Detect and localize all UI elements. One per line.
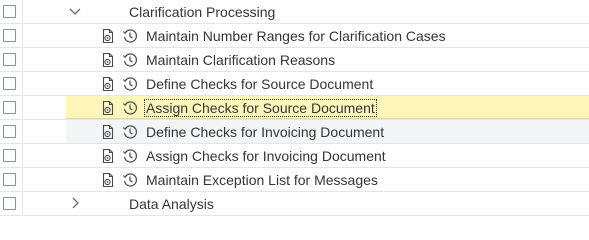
tree-row-activity[interactable]: Maintain Exception List for Messages xyxy=(0,168,589,192)
history-clock-icon[interactable] xyxy=(122,172,138,188)
customizing-document-icon[interactable] xyxy=(100,76,116,92)
row-checkbox[interactable] xyxy=(3,77,16,90)
tree-row-activity[interactable]: Define Checks for Invoicing Document xyxy=(0,120,589,144)
tree-row-activity-selected[interactable]: Assign Checks for Source Document xyxy=(0,96,589,120)
chevron-right-icon[interactable] xyxy=(68,196,82,210)
tree-row-activity[interactable]: Maintain Clarification Reasons xyxy=(0,48,589,72)
tree-row-data-analysis[interactable]: Data Analysis xyxy=(0,192,589,216)
row-checkbox[interactable] xyxy=(3,125,16,138)
row-checkbox[interactable] xyxy=(3,149,16,162)
tree-row-activity[interactable]: Define Checks for Source Document xyxy=(0,72,589,96)
tree-row-activity[interactable]: Maintain Number Ranges for Clarification… xyxy=(0,24,589,48)
row-checkbox[interactable] xyxy=(3,197,16,210)
row-selector[interactable] xyxy=(0,0,23,23)
history-clock-icon[interactable] xyxy=(122,76,138,92)
row-selector[interactable] xyxy=(0,120,23,143)
history-clock-icon[interactable] xyxy=(122,52,138,68)
history-clock-icon[interactable] xyxy=(122,124,138,140)
group-label: Data Analysis xyxy=(129,196,214,212)
activity-label[interactable]: Assign Checks for Source Document xyxy=(144,99,377,117)
row-selector[interactable] xyxy=(0,24,23,47)
row-checkbox[interactable] xyxy=(3,5,16,18)
row-selector[interactable] xyxy=(0,168,23,191)
activity-label[interactable]: Maintain Exception List for Messages xyxy=(146,172,378,188)
row-selector[interactable] xyxy=(0,72,23,95)
activity-label[interactable]: Maintain Clarification Reasons xyxy=(146,52,335,68)
tree-row-activity[interactable]: Assign Checks for Invoicing Document xyxy=(0,144,589,168)
row-selector[interactable] xyxy=(0,144,23,167)
row-checkbox[interactable] xyxy=(3,53,16,66)
customizing-document-icon[interactable] xyxy=(100,100,116,116)
history-clock-icon[interactable] xyxy=(122,148,138,164)
activity-label[interactable]: Assign Checks for Invoicing Document xyxy=(146,148,386,164)
row-checkbox[interactable] xyxy=(3,173,16,186)
history-clock-icon[interactable] xyxy=(122,28,138,44)
tree-row-clarification-processing[interactable]: Clarification Processing xyxy=(0,0,589,24)
activity-label[interactable]: Define Checks for Source Document xyxy=(146,76,373,92)
row-selector[interactable] xyxy=(0,48,23,71)
activity-label[interactable]: Maintain Number Ranges for Clarification… xyxy=(146,28,446,44)
row-selector[interactable] xyxy=(0,192,23,215)
group-label: Clarification Processing xyxy=(129,4,276,20)
customizing-document-icon[interactable] xyxy=(100,148,116,164)
customizing-tree: Clarification Processing Maintain Number… xyxy=(0,0,589,216)
row-checkbox[interactable] xyxy=(3,29,16,42)
activity-label[interactable]: Define Checks for Invoicing Document xyxy=(146,124,384,140)
row-selector[interactable] xyxy=(0,96,23,119)
customizing-document-icon[interactable] xyxy=(100,172,116,188)
chevron-down-icon[interactable] xyxy=(68,4,82,18)
row-checkbox[interactable] xyxy=(3,101,16,114)
customizing-document-icon[interactable] xyxy=(100,124,116,140)
history-clock-icon[interactable] xyxy=(122,100,138,116)
customizing-document-icon[interactable] xyxy=(100,28,116,44)
customizing-document-icon[interactable] xyxy=(100,52,116,68)
